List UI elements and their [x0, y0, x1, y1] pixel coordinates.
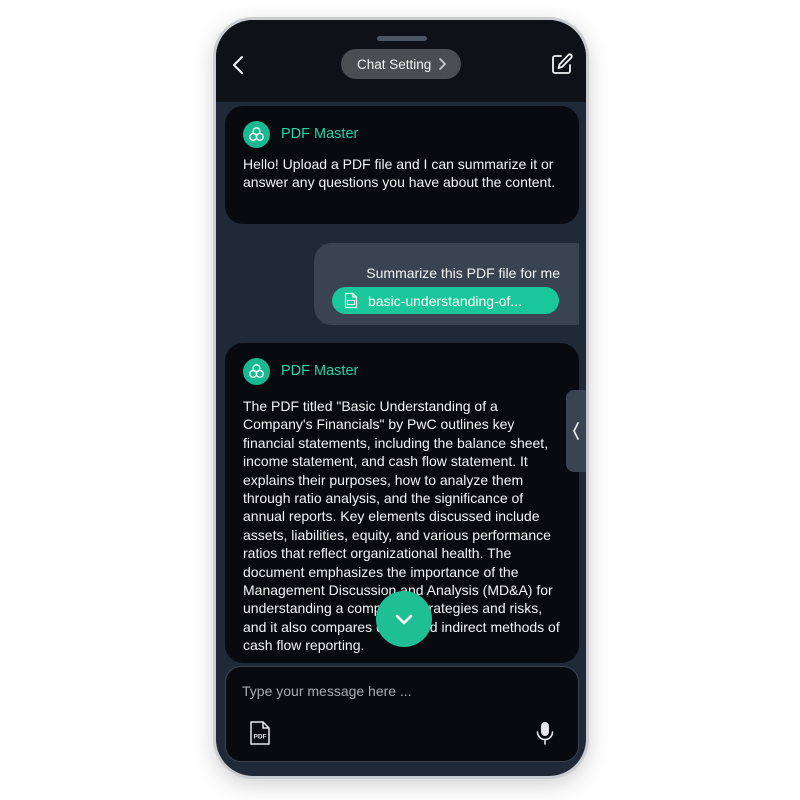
pdf-upload-icon[interactable]: PDF: [248, 720, 272, 746]
user-message-text: Summarize this PDF file for me: [366, 265, 560, 281]
chevron-left-icon: [573, 422, 579, 440]
phone-notch: [377, 36, 427, 41]
back-button[interactable]: [228, 54, 250, 76]
phone-frame: Chat Setting PDF Master Hello! Upload a …: [213, 17, 589, 779]
chat-setting-button[interactable]: Chat Setting: [341, 49, 461, 79]
bot-message-bubble: PDF Master Hello! Upload a PDF file and …: [225, 106, 579, 224]
bot-name: PDF Master: [281, 363, 359, 379]
bot-header: PDF Master: [243, 357, 561, 385]
attached-file-chip[interactable]: basic-understanding-of...: [332, 287, 559, 314]
app-screen: Chat Setting PDF Master Hello! Upload a …: [216, 20, 586, 776]
bot-name: PDF Master: [281, 126, 359, 142]
chevron-right-icon: [439, 58, 446, 70]
microphone-icon[interactable]: [534, 720, 556, 746]
side-panel-toggle[interactable]: [566, 390, 586, 472]
pdf-master-logo-icon: [243, 120, 270, 148]
attached-file-name: basic-understanding-of...: [368, 292, 523, 309]
bot-message-text: Hello! Upload a PDF file and I can summa…: [243, 156, 556, 191]
message-input[interactable]: [242, 679, 552, 703]
pdf-file-icon: [344, 292, 358, 309]
chevron-down-icon: [395, 614, 413, 625]
top-bar: Chat Setting: [216, 20, 586, 102]
scroll-to-bottom-button[interactable]: [376, 591, 432, 647]
edit-icon[interactable]: [550, 52, 574, 76]
bot-header: PDF Master: [243, 120, 561, 148]
pdf-master-logo-icon: [243, 357, 270, 385]
svg-text:PDF: PDF: [254, 734, 267, 741]
chat-setting-label: Chat Setting: [357, 56, 432, 72]
user-message-bubble: Summarize this PDF file for me basic-und…: [314, 243, 579, 325]
message-composer: PDF: [225, 666, 579, 762]
